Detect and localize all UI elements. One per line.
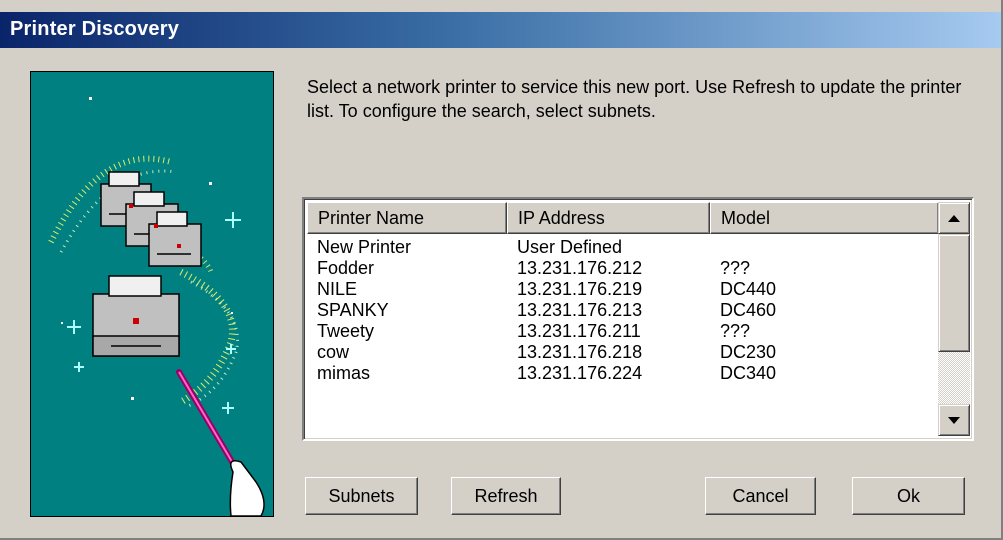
ip-address-cell: 13.231.176.218 — [517, 342, 643, 362]
printer-name-cell: cow — [317, 342, 350, 362]
ip-address-cell: 13.231.176.213 — [517, 300, 643, 320]
table-row[interactable]: Fodder 13.231.176.212 ??? — [307, 258, 939, 279]
table-row[interactable]: New Printer User Defined — [307, 237, 939, 258]
printer-list[interactable]: Printer Name IP Address Model New Printe… — [302, 197, 974, 441]
model-cell: DC340 — [720, 363, 777, 383]
model-cell: ??? — [720, 258, 751, 278]
column-header-printer-name[interactable]: Printer Name — [307, 202, 507, 234]
refresh-button[interactable]: Refresh — [451, 477, 561, 515]
subnets-button[interactable]: Subnets — [305, 477, 418, 515]
ip-address-cell: 13.231.176.219 — [517, 279, 643, 299]
table-row[interactable]: NILE 13.231.176.219 DC440 — [307, 279, 939, 300]
table-row[interactable]: Tweety 13.231.176.211 ??? — [307, 321, 939, 342]
printer-name-cell: SPANKY — [317, 300, 389, 320]
table-row[interactable]: cow 13.231.176.218 DC230 — [307, 342, 939, 363]
model-cell — [710, 237, 939, 258]
scroll-down-arrow-icon — [948, 416, 960, 424]
column-header-model[interactable]: Model — [710, 202, 939, 234]
table-row[interactable]: mimas 13.231.176.224 DC340 — [307, 363, 939, 384]
model-cell: DC460 — [720, 300, 777, 320]
cancel-button[interactable]: Cancel — [705, 477, 816, 515]
vertical-scrollbar[interactable] — [938, 202, 970, 436]
model-cell: ??? — [720, 321, 751, 341]
list-header: Printer Name IP Address Model — [307, 202, 939, 234]
ip-address-cell: 13.231.176.224 — [517, 363, 643, 383]
scroll-up-arrow-icon — [948, 214, 960, 222]
printer-name-cell: New Printer — [317, 237, 412, 257]
ip-address-cell: User Defined — [517, 237, 623, 257]
column-header-ip-address[interactable]: IP Address — [507, 202, 710, 234]
ok-button[interactable]: Ok — [852, 477, 965, 515]
model-cell: DC440 — [720, 279, 777, 299]
model-cell: DC230 — [720, 342, 777, 362]
instructions-text: Select a network printer to service this… — [307, 77, 962, 121]
ip-address-cell: 13.231.176.212 — [517, 258, 643, 278]
wizard-illustration-svg — [48, 97, 265, 516]
scrollbar-thumb[interactable] — [938, 234, 970, 352]
ip-address-cell: 13.231.176.211 — [517, 321, 641, 341]
printer-discovery-dialog: Printer Discovery Select a network print… — [0, 0, 1003, 540]
printer-name-cell: Tweety — [317, 321, 375, 341]
table-row[interactable]: SPANKY 13.231.176.213 DC460 — [307, 300, 939, 321]
printer-name-cell: Fodder — [317, 258, 375, 278]
scroll-up-button[interactable] — [938, 202, 970, 234]
scroll-down-button[interactable] — [938, 404, 970, 436]
printer-name-cell: NILE — [317, 279, 358, 299]
wizard-printer-illustration — [30, 71, 274, 517]
title-bar[interactable]: Printer Discovery — [0, 12, 1001, 48]
list-rows: New Printer User Defined Fodder 13.231.1… — [307, 237, 939, 384]
window-title: Printer Discovery — [10, 18, 180, 40]
printer-name-cell: mimas — [317, 363, 370, 383]
